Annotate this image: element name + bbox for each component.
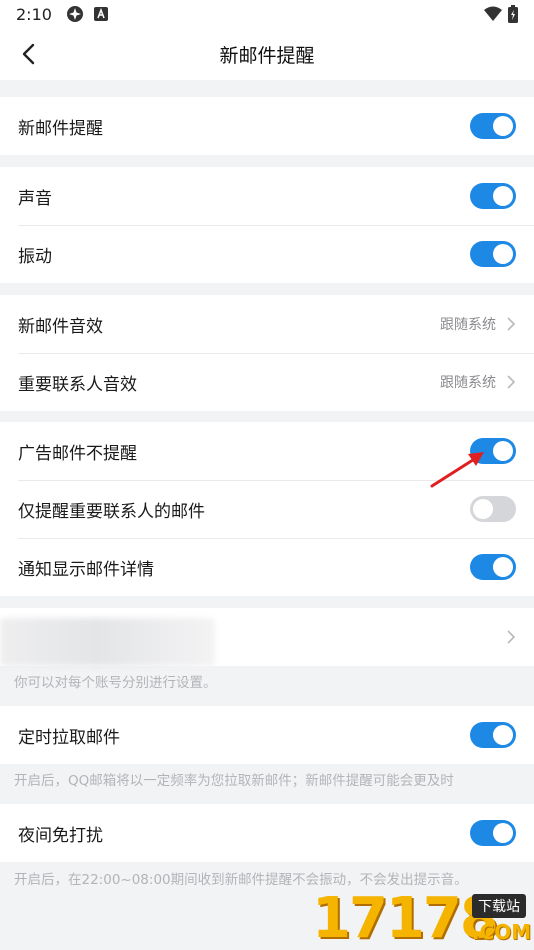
nav-bar: 新邮件提醒	[0, 28, 534, 80]
blurred-account-name	[0, 618, 215, 666]
row-label: 通知显示邮件详情	[18, 559, 154, 580]
row-label: 仅提醒重要联系人的邮件	[18, 501, 205, 522]
group-new-mail: 新邮件提醒	[0, 97, 534, 155]
row-new-mail-alert: 新邮件提醒	[0, 97, 534, 155]
row-scheduled-pull: 定时拉取邮件	[0, 706, 534, 764]
hint-account: 你可以对每个账号分别进行设置。	[0, 672, 534, 694]
annotation-arrow-icon	[430, 452, 484, 488]
android-a-icon	[93, 7, 108, 21]
row-label: 新邮件提醒	[18, 118, 103, 139]
chevron-right-icon	[507, 375, 516, 389]
new-mail-alert-switch[interactable]	[470, 113, 516, 139]
row-label: 广告邮件不提醒	[18, 443, 137, 464]
back-arrow-icon	[22, 43, 35, 65]
group-account	[0, 608, 534, 666]
chevron-right-icon	[507, 317, 516, 331]
battery-icon	[508, 5, 518, 23]
status-right-icons	[484, 5, 518, 23]
status-left-icons	[66, 5, 108, 23]
show-details-switch[interactable]	[470, 554, 516, 580]
row-label: 重要联系人音效	[18, 374, 137, 395]
row-label: 振动	[18, 246, 52, 267]
group-sound-vibrate: 声音 振动	[0, 167, 534, 283]
group-sound-effects: 新邮件音效 跟随系统 重要联系人音效 跟随系统	[0, 295, 534, 411]
watermark-digits: 17178	[312, 886, 499, 950]
row-account[interactable]	[0, 608, 534, 666]
row-label: 声音	[18, 188, 52, 209]
night-dnd-switch[interactable]	[470, 820, 516, 846]
row-label: 新邮件音效	[18, 316, 103, 337]
hint-pull: 开启后，QQ邮箱将以一定频率为您拉取新邮件；新邮件提醒可能会更及时	[0, 770, 534, 792]
status-bar: 2:10	[0, 0, 534, 28]
row-show-details: 通知显示邮件详情	[0, 538, 534, 596]
sound-switch[interactable]	[470, 183, 516, 209]
row-important-contact-sound[interactable]: 重要联系人音效 跟随系统	[0, 353, 534, 411]
page-title: 新邮件提醒	[219, 44, 315, 67]
back-button[interactable]	[14, 40, 42, 68]
row-label: 定时拉取邮件	[18, 727, 120, 748]
row-night-dnd: 夜间免打扰	[0, 804, 534, 862]
status-time: 2:10	[16, 4, 52, 24]
row-label: 夜间免打扰	[18, 825, 103, 846]
row-value: 跟随系统	[440, 317, 496, 333]
chevron-right-icon	[507, 630, 516, 644]
vibrate-switch[interactable]	[470, 241, 516, 267]
row-new-mail-sound[interactable]: 新邮件音效 跟随系统	[0, 295, 534, 353]
scheduled-pull-switch[interactable]	[470, 722, 516, 748]
important-only-switch[interactable]	[470, 496, 516, 522]
row-value: 跟随系统	[440, 375, 496, 391]
watermark-domain: .COM	[472, 920, 532, 944]
watermark-badge: 下载站	[472, 894, 526, 918]
row-sound: 声音	[0, 167, 534, 225]
row-vibrate: 振动	[0, 225, 534, 283]
app-notification-icon	[66, 6, 83, 22]
wifi-icon	[484, 6, 502, 21]
watermark-logo: 17178 下载站 .COM	[312, 888, 534, 950]
group-night: 夜间免打扰	[0, 804, 534, 862]
group-pull: 定时拉取邮件	[0, 706, 534, 764]
